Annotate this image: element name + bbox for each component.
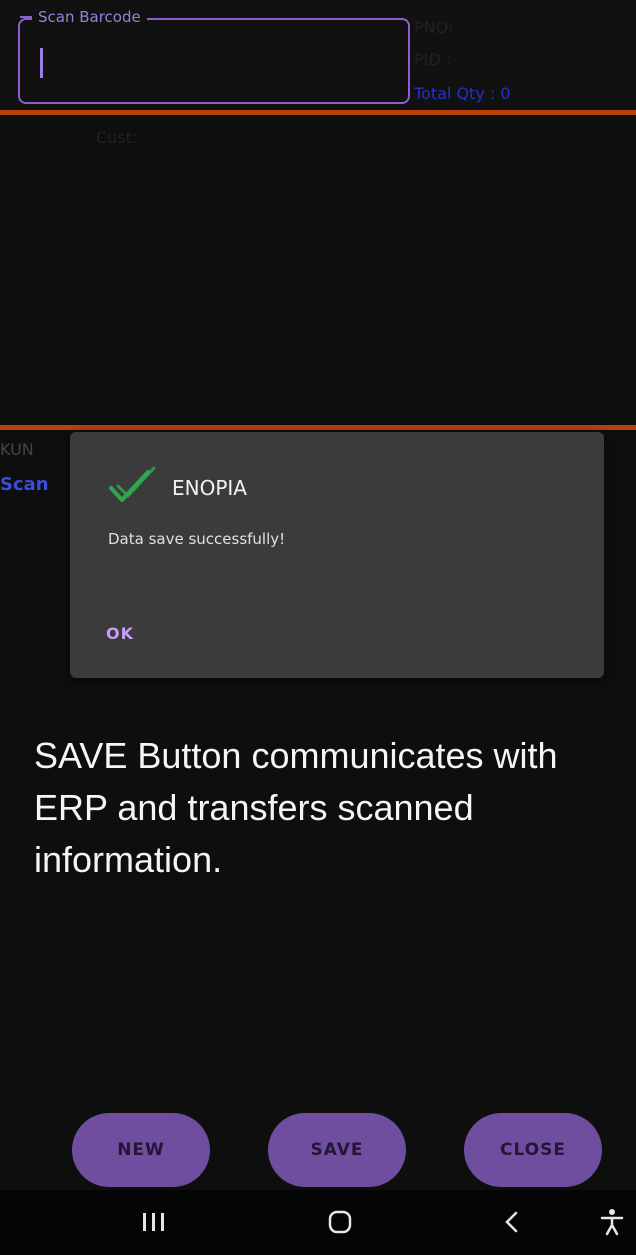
accessibility-icon[interactable] bbox=[592, 1202, 632, 1242]
scan-field-outline-dash bbox=[20, 16, 32, 18]
double-check-icon bbox=[109, 466, 156, 502]
scan-barcode-label: Scan Barcode bbox=[32, 8, 147, 26]
back-icon[interactable] bbox=[492, 1202, 532, 1242]
system-nav-bar bbox=[0, 1190, 636, 1255]
total-qty-label: Total Qty : 0 bbox=[414, 84, 511, 103]
top-divider bbox=[0, 110, 636, 115]
pno-label: PNO: bbox=[414, 18, 454, 37]
middle-divider bbox=[0, 425, 636, 430]
recents-icon[interactable] bbox=[134, 1202, 174, 1242]
success-dialog: ENOPIA Data save successfully! OK bbox=[70, 432, 604, 678]
caption-text: SAVE Button communicates with ERP and tr… bbox=[34, 735, 558, 880]
home-icon[interactable] bbox=[320, 1202, 360, 1242]
save-button[interactable]: SAVE bbox=[268, 1113, 406, 1187]
close-button[interactable]: CLOSE bbox=[464, 1113, 602, 1187]
new-button[interactable]: NEW bbox=[72, 1113, 210, 1187]
dialog-message: Data save successfully! bbox=[108, 530, 286, 548]
dialog-title: ENOPIA bbox=[172, 476, 247, 500]
kun-label: KUN bbox=[0, 440, 34, 459]
customer-label: Cust: bbox=[96, 128, 138, 147]
pid-label: PID : bbox=[414, 50, 452, 69]
text-cursor bbox=[40, 48, 43, 78]
scan-link[interactable]: Scan bbox=[0, 474, 49, 495]
scan-barcode-field[interactable] bbox=[18, 18, 410, 104]
dialog-ok-button[interactable]: OK bbox=[106, 624, 134, 643]
